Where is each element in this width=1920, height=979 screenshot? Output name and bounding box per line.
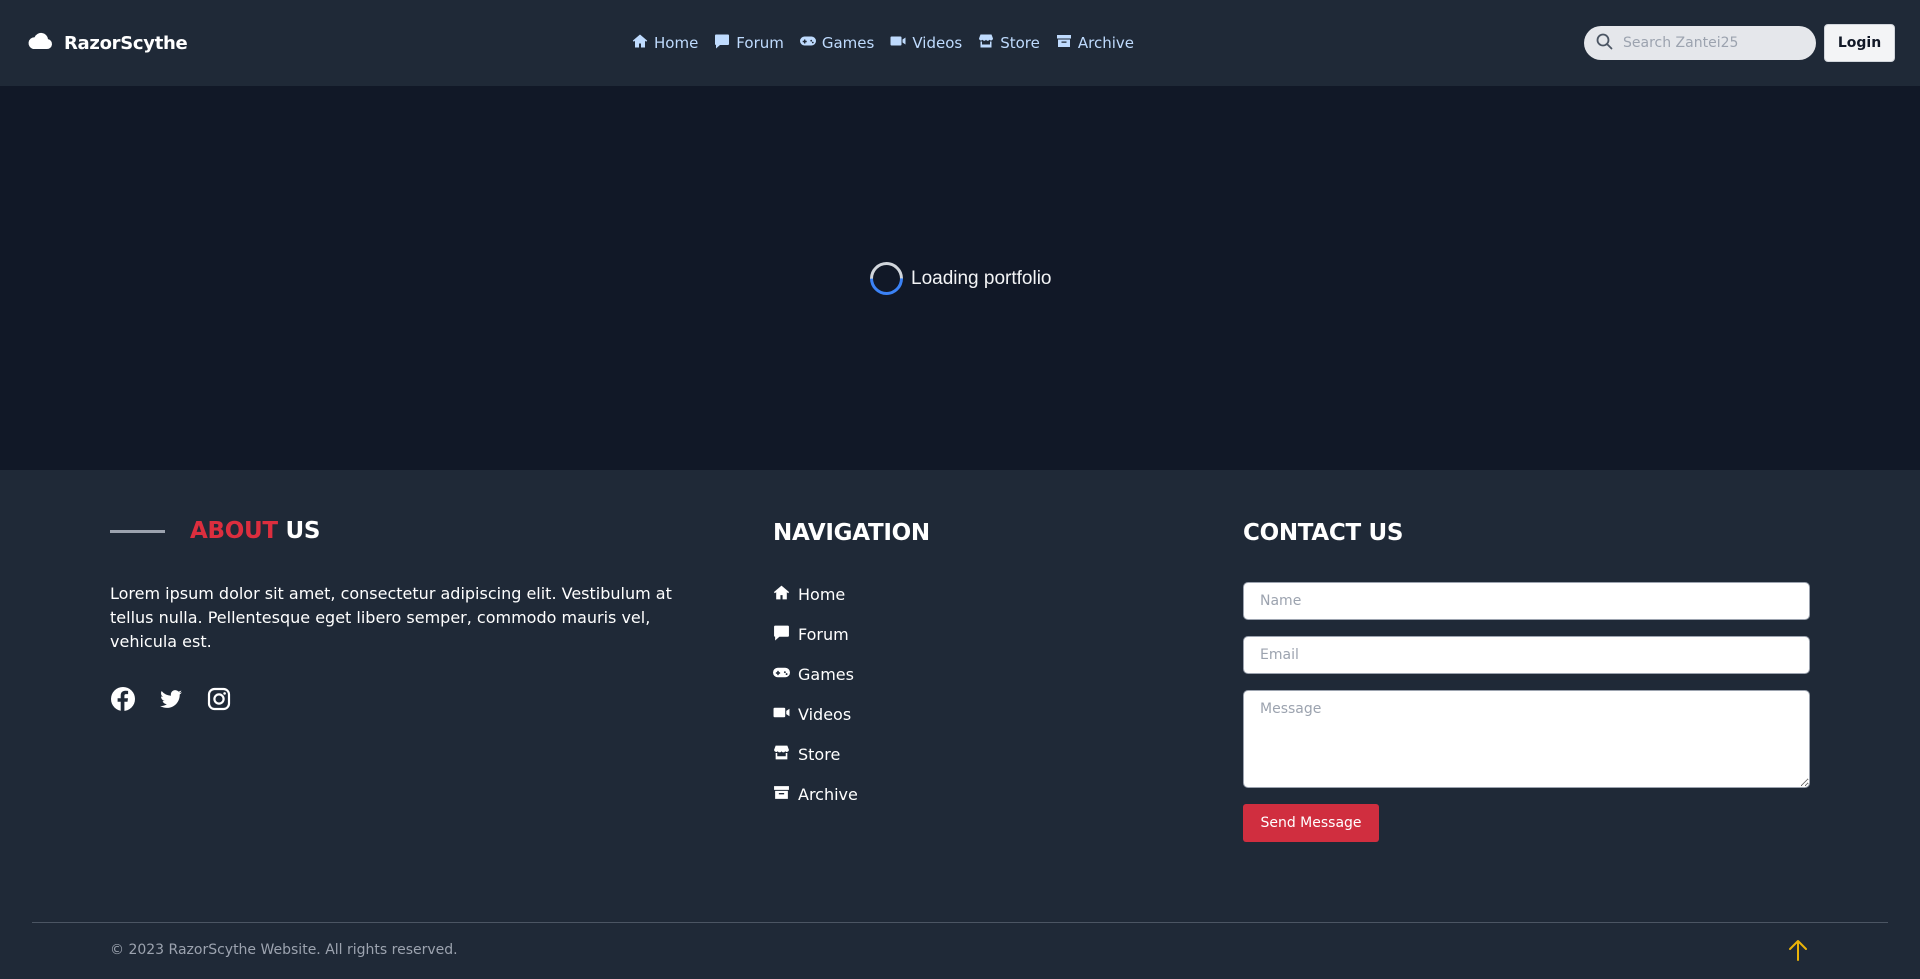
facebook-icon[interactable]: [110, 686, 136, 716]
nav-item-archive[interactable]: Archive: [1056, 33, 1134, 53]
footer-nav-label: Store: [798, 744, 841, 764]
brand-logo[interactable]: RazorScythe: [26, 0, 188, 86]
video-icon: [890, 33, 906, 53]
social-links: [110, 686, 232, 716]
main-content: Loading portfolio: [0, 86, 1920, 470]
search-input[interactable]: [1623, 35, 1793, 51]
footer-nav: Home Forum Games Videos Store Archive: [773, 582, 858, 806]
cloud-icon: [26, 27, 54, 59]
gamepad-icon: [799, 33, 816, 53]
about-divider-line: [110, 529, 165, 533]
store-icon: [773, 744, 790, 765]
arrow-up-icon[interactable]: [1787, 938, 1809, 962]
footer-nav-store[interactable]: Store: [773, 742, 858, 766]
nav-item-label: Forum: [736, 34, 784, 52]
copyright-text: © 2023 RazorScythe Website. All rights r…: [110, 942, 458, 958]
top-nav: Home Forum Games Videos Store Archive: [632, 0, 1134, 86]
comment-icon: [773, 624, 790, 645]
send-message-button[interactable]: Send Message: [1243, 804, 1379, 842]
footer-nav-label: Archive: [798, 784, 858, 804]
about-title: ABOUT US: [190, 518, 320, 544]
nav-item-home[interactable]: Home: [632, 33, 698, 53]
brand-name: RazorScythe: [64, 32, 188, 54]
login-button[interactable]: Login: [1824, 24, 1895, 62]
footer-nav-label: Games: [798, 664, 854, 684]
video-icon: [773, 704, 790, 725]
nav-item-label: Archive: [1077, 34, 1134, 52]
footer-nav-label: Home: [798, 584, 846, 604]
search-bar: [1584, 26, 1816, 60]
nav-item-videos[interactable]: Videos: [890, 33, 962, 53]
home-icon: [773, 584, 790, 605]
site-header: RazorScythe Home Forum Games Videos Stor…: [0, 0, 1920, 86]
about-title-accent: ABOUT: [190, 518, 278, 544]
footer-nav-label: Forum: [798, 624, 849, 644]
twitter-icon[interactable]: [158, 686, 184, 716]
footer-divider: [32, 922, 1888, 923]
store-icon: [978, 33, 994, 53]
footer-nav-label: Videos: [798, 704, 852, 724]
loading-indicator: Loading portfolio: [863, 255, 1052, 302]
nav-item-store[interactable]: Store: [978, 33, 1040, 53]
footer-nav-forum[interactable]: Forum: [773, 622, 858, 646]
contact-heading: CONTACT US: [1243, 520, 1404, 546]
nav-item-forum[interactable]: Forum: [714, 33, 784, 53]
footer-nav-home[interactable]: Home: [773, 582, 858, 606]
about-title-rest: US: [277, 518, 321, 544]
loading-spinner-icon: [863, 255, 910, 302]
footer-nav-archive[interactable]: Archive: [773, 782, 858, 806]
nav-item-label: Home: [654, 34, 699, 52]
instagram-icon[interactable]: [206, 686, 232, 716]
search-icon: [1596, 33, 1613, 54]
archive-icon: [1056, 33, 1072, 53]
navigation-heading: NAVIGATION: [773, 520, 930, 546]
name-field[interactable]: [1243, 582, 1810, 620]
email-field[interactable]: [1243, 636, 1810, 674]
nav-item-label: Videos: [912, 34, 963, 52]
nav-item-label: Store: [1000, 34, 1040, 52]
footer-nav-videos[interactable]: Videos: [773, 702, 858, 726]
about-text: Lorem ipsum dolor sit amet, consectetur …: [110, 584, 672, 651]
comment-icon: [714, 33, 730, 53]
nav-item-label: Games: [821, 34, 875, 52]
archive-icon: [773, 784, 790, 805]
about-heading: ABOUT US: [110, 518, 320, 544]
message-field[interactable]: [1243, 690, 1810, 788]
gamepad-icon: [773, 664, 790, 685]
nav-item-games[interactable]: Games: [799, 33, 875, 53]
footer-nav-games[interactable]: Games: [773, 662, 858, 686]
home-icon: [632, 33, 648, 53]
site-footer: ABOUT US Lorem ipsum dolor sit amet, con…: [0, 470, 1920, 979]
loading-text: Loading portfolio: [911, 267, 1052, 289]
